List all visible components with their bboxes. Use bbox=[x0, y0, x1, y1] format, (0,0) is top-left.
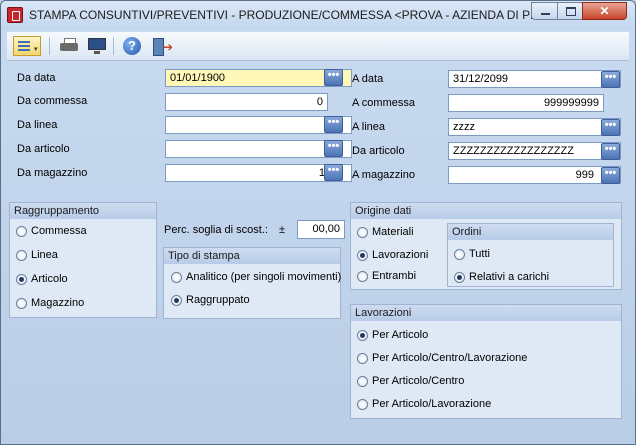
soglia-field[interactable]: 00,00 bbox=[297, 220, 345, 239]
soglia-sign: ± bbox=[279, 224, 286, 236]
radio-label: Per Articolo bbox=[372, 329, 429, 341]
form-body: Da data 01/01/1900 ••• Da commessa 0 Da … bbox=[7, 61, 629, 437]
app-icon[interactable] bbox=[7, 7, 23, 23]
da-articolo-picker-button[interactable]: ••• bbox=[324, 140, 343, 157]
radio-label: Magazzino bbox=[31, 297, 85, 309]
a-commessa-label: A commessa bbox=[352, 97, 415, 109]
da-articolo-label: Da articolo bbox=[17, 143, 70, 155]
exit-button[interactable]: ➔ bbox=[151, 36, 174, 56]
radio-label: Tutti bbox=[469, 248, 490, 260]
list-icon-line bbox=[18, 49, 30, 51]
ordini-title: Ordini bbox=[448, 224, 613, 240]
toolbar: ▾ ? ➔ bbox=[7, 32, 629, 61]
da-data-picker-button[interactable]: ••• bbox=[324, 69, 343, 86]
a-magazzino-label: A magazzino bbox=[352, 169, 415, 181]
radio-dot bbox=[171, 272, 182, 283]
monitor-stand bbox=[94, 51, 100, 54]
radio-label: Commessa bbox=[31, 225, 87, 237]
a-linea-picker-button[interactable]: ••• bbox=[601, 119, 620, 136]
raggruppamento-group: Raggruppamento Commessa Linea Articolo M… bbox=[9, 202, 157, 318]
a-magazzino-picker-button[interactable]: ••• bbox=[601, 167, 620, 184]
a-linea-label: A linea bbox=[352, 121, 386, 133]
da-commessa-field[interactable]: 0 bbox=[165, 93, 328, 111]
list-icon-line bbox=[18, 45, 30, 47]
da-linea-picker-button[interactable]: ••• bbox=[324, 116, 343, 133]
a-data-label: A data bbox=[352, 73, 384, 85]
radio-label: Entrambi bbox=[372, 270, 417, 282]
radio-dot bbox=[16, 226, 27, 237]
tipo-stampa-group: Tipo di stampa Analitico (per singoli mo… bbox=[163, 247, 341, 319]
radio-dot-selected bbox=[357, 250, 368, 261]
toolbar-separator bbox=[49, 37, 50, 55]
exit-arrow-icon: ➔ bbox=[163, 40, 174, 54]
radio-label: Relativi a carichi bbox=[469, 271, 550, 283]
radio-label: Lavorazioni bbox=[372, 249, 429, 261]
radio-dot bbox=[454, 249, 465, 260]
radio-label: Per Articolo/Centro/Lavorazione bbox=[372, 352, 528, 364]
da-commessa-label: Da commessa bbox=[17, 95, 88, 107]
preview-button[interactable] bbox=[87, 36, 107, 56]
radio-dot bbox=[16, 298, 27, 309]
print-button[interactable] bbox=[59, 36, 79, 56]
window-title: STAMPA CONSUNTIVI/PREVENTIVI - PRODUZION… bbox=[29, 8, 549, 22]
ordini-group: Ordini Tutti Relativi a carichi bbox=[447, 223, 614, 287]
radio-dot bbox=[357, 227, 368, 238]
list-icon bbox=[18, 41, 30, 43]
radio-label: Articolo bbox=[31, 273, 68, 285]
radio-dot bbox=[357, 353, 368, 364]
radio-dot bbox=[16, 250, 27, 261]
a-data-picker-button[interactable]: ••• bbox=[601, 71, 620, 88]
da-data-label: Da data bbox=[17, 72, 56, 84]
toolbar-separator bbox=[113, 37, 114, 55]
radio-dot-selected bbox=[171, 295, 182, 306]
a-data-field[interactable]: 31/12/2099 bbox=[448, 70, 621, 88]
da-linea-label: Da linea bbox=[17, 119, 58, 131]
soglia-label: Perc. soglia di scost.: bbox=[164, 224, 268, 236]
a-linea-field[interactable]: zzzz bbox=[448, 118, 621, 136]
window: STAMPA CONSUNTIVI/PREVENTIVI - PRODUZION… bbox=[0, 0, 636, 445]
help-icon[interactable]: ? bbox=[123, 37, 141, 55]
a-articolo-field[interactable]: ZZZZZZZZZZZZZZZZZZ bbox=[448, 142, 621, 160]
printer-body bbox=[60, 43, 78, 51]
maximize-button[interactable] bbox=[557, 2, 583, 20]
radio-dot-selected bbox=[16, 274, 27, 285]
a-magazzino-field[interactable]: 999 bbox=[448, 166, 621, 184]
origine-dati-title: Origine dati bbox=[351, 203, 621, 219]
list-options-button[interactable]: ▾ bbox=[13, 36, 41, 56]
radio-dot-selected bbox=[357, 330, 368, 341]
close-icon: ✕ bbox=[599, 4, 610, 18]
radio-dot-selected bbox=[454, 272, 465, 283]
a-articolo-label: Da articolo bbox=[352, 145, 405, 157]
lavorazioni-group: Lavorazioni Per Articolo Per Articolo/Ce… bbox=[350, 304, 622, 419]
radio-label: Per Articolo/Centro bbox=[372, 375, 465, 387]
origine-dati-group: Origine dati Materiali Lavorazioni Entra… bbox=[350, 202, 622, 290]
title-bar: STAMPA CONSUNTIVI/PREVENTIVI - PRODUZION… bbox=[1, 1, 635, 29]
radio-label: Linea bbox=[31, 249, 58, 261]
radio-dot bbox=[357, 399, 368, 410]
chevron-down-icon: ▾ bbox=[34, 46, 38, 53]
tipo-stampa-title: Tipo di stampa bbox=[164, 248, 340, 264]
radio-label: Materiali bbox=[372, 226, 414, 238]
radio-label: Analitico (per singoli movimenti) bbox=[186, 271, 342, 283]
radio-dot bbox=[357, 376, 368, 387]
minimize-button[interactable] bbox=[531, 2, 558, 20]
da-magazzino-label: Da magazzino bbox=[17, 167, 88, 179]
monitor-icon bbox=[88, 38, 106, 50]
close-button[interactable]: ✕ bbox=[582, 2, 627, 20]
radio-dot bbox=[357, 271, 368, 282]
a-commessa-field[interactable]: 999999999 bbox=[448, 94, 604, 112]
da-magazzino-picker-button[interactable]: ••• bbox=[324, 164, 343, 181]
lavorazioni-title: Lavorazioni bbox=[351, 305, 621, 321]
radio-label: Raggruppato bbox=[186, 294, 250, 306]
radio-label: Per Articolo/Lavorazione bbox=[372, 398, 492, 410]
raggruppamento-title: Raggruppamento bbox=[10, 203, 156, 219]
a-articolo-picker-button[interactable]: ••• bbox=[601, 143, 620, 160]
